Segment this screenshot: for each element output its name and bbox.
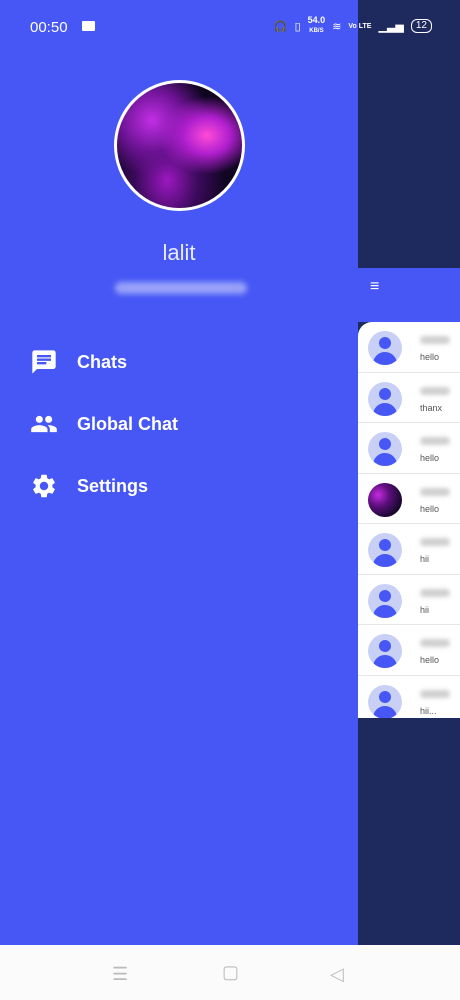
user-email-blurred — [115, 282, 247, 294]
drawer-item-label: Chats — [77, 351, 128, 372]
status-bar: 00:50 🎧 ▯ 54.0 KB/S ≋ Vo LTE ▁▃▅ 12 — [0, 0, 460, 40]
app-bar: ≡ — [358, 268, 460, 322]
back-button[interactable]: ◁ — [330, 964, 344, 985]
chat-row[interactable]: hii... — [358, 676, 460, 718]
speed-unit: KB/S — [309, 28, 324, 34]
headphones-icon: 🎧 — [273, 20, 288, 33]
chat-list: hello thanx hello hello hii hii hello hi… — [358, 322, 460, 718]
chat-name-blurred — [420, 437, 450, 445]
vibrate-icon: ▯ — [294, 20, 301, 33]
wifi-icon: ≋ — [332, 20, 342, 33]
chat-row[interactable]: hello — [358, 474, 460, 524]
user-name: lalit — [162, 240, 196, 265]
recents-button[interactable]: ☰ — [112, 964, 128, 985]
drawer-item-global-chat[interactable]: Global Chat — [0, 399, 358, 449]
chat-row[interactable]: hello — [358, 625, 460, 676]
chat-row[interactable]: thanx — [358, 373, 460, 423]
status-time: 00:50 — [30, 19, 68, 36]
chat-last-message: hello — [420, 503, 440, 514]
chat-name-blurred — [420, 588, 450, 597]
battery-indicator: 12 — [410, 19, 432, 33]
mail-icon — [82, 21, 95, 31]
avatar-icon — [368, 634, 402, 668]
chat-name-blurred — [420, 386, 450, 395]
screen: ≡ hello thanx hello hello hii hii hello … — [0, 0, 460, 1000]
status-icons: 🎧 ▯ 54.0 KB/S ≋ Vo LTE ▁▃▅ 12 — [274, 16, 432, 36]
chat-last-message: hii — [420, 604, 430, 615]
chat-last-message: hii... — [420, 705, 437, 716]
profile-avatar[interactable] — [114, 80, 245, 211]
chat-row[interactable]: hello — [358, 423, 460, 474]
chat-row[interactable]: hello — [358, 322, 460, 373]
avatar-icon — [368, 583, 402, 618]
avatar-image — [368, 482, 402, 517]
chat-last-message: hello — [420, 453, 440, 463]
chat-name-blurred — [420, 336, 450, 344]
drawer-item-chats[interactable]: Chats — [0, 337, 358, 387]
chat-row[interactable]: hii — [358, 575, 460, 625]
menu-icon[interactable]: ≡ — [370, 278, 379, 296]
network-speed: 54.0 KB/S — [308, 16, 326, 36]
drawer-item-label: Settings — [77, 475, 149, 496]
chat-last-message: hello — [420, 655, 440, 665]
chat-last-message: hello — [420, 352, 440, 362]
chat-last-message: thanx — [420, 402, 443, 413]
chat-name-blurred — [420, 538, 450, 546]
avatar-icon — [368, 381, 402, 416]
chat-name-blurred — [420, 639, 450, 647]
gear-icon — [33, 474, 55, 498]
speed-value: 54.0 — [307, 15, 326, 25]
avatar-icon — [368, 331, 402, 365]
avatar-icon — [368, 533, 402, 567]
chat-name-blurred — [420, 689, 450, 698]
drawer-item-settings[interactable]: Settings — [0, 461, 358, 511]
drawer-item-label: Global Chat — [77, 413, 179, 434]
people-icon — [31, 415, 57, 433]
chat-name-blurred — [420, 487, 450, 496]
chat-icon — [32, 350, 56, 374]
home-button[interactable]: ▢ — [222, 962, 239, 983]
volte-label: Vo LTE — [348, 22, 372, 30]
chat-last-message: hii — [420, 554, 430, 564]
navigation-drawer: lalit Chats Global Chat Settings — [0, 0, 358, 945]
signal-icon: ▁▃▅ — [378, 20, 404, 33]
avatar-icon — [368, 684, 402, 718]
system-navigation-bar: ☰ ▢ ◁ — [0, 945, 460, 1000]
chat-row[interactable]: hii — [358, 524, 460, 575]
avatar-icon — [368, 432, 402, 466]
